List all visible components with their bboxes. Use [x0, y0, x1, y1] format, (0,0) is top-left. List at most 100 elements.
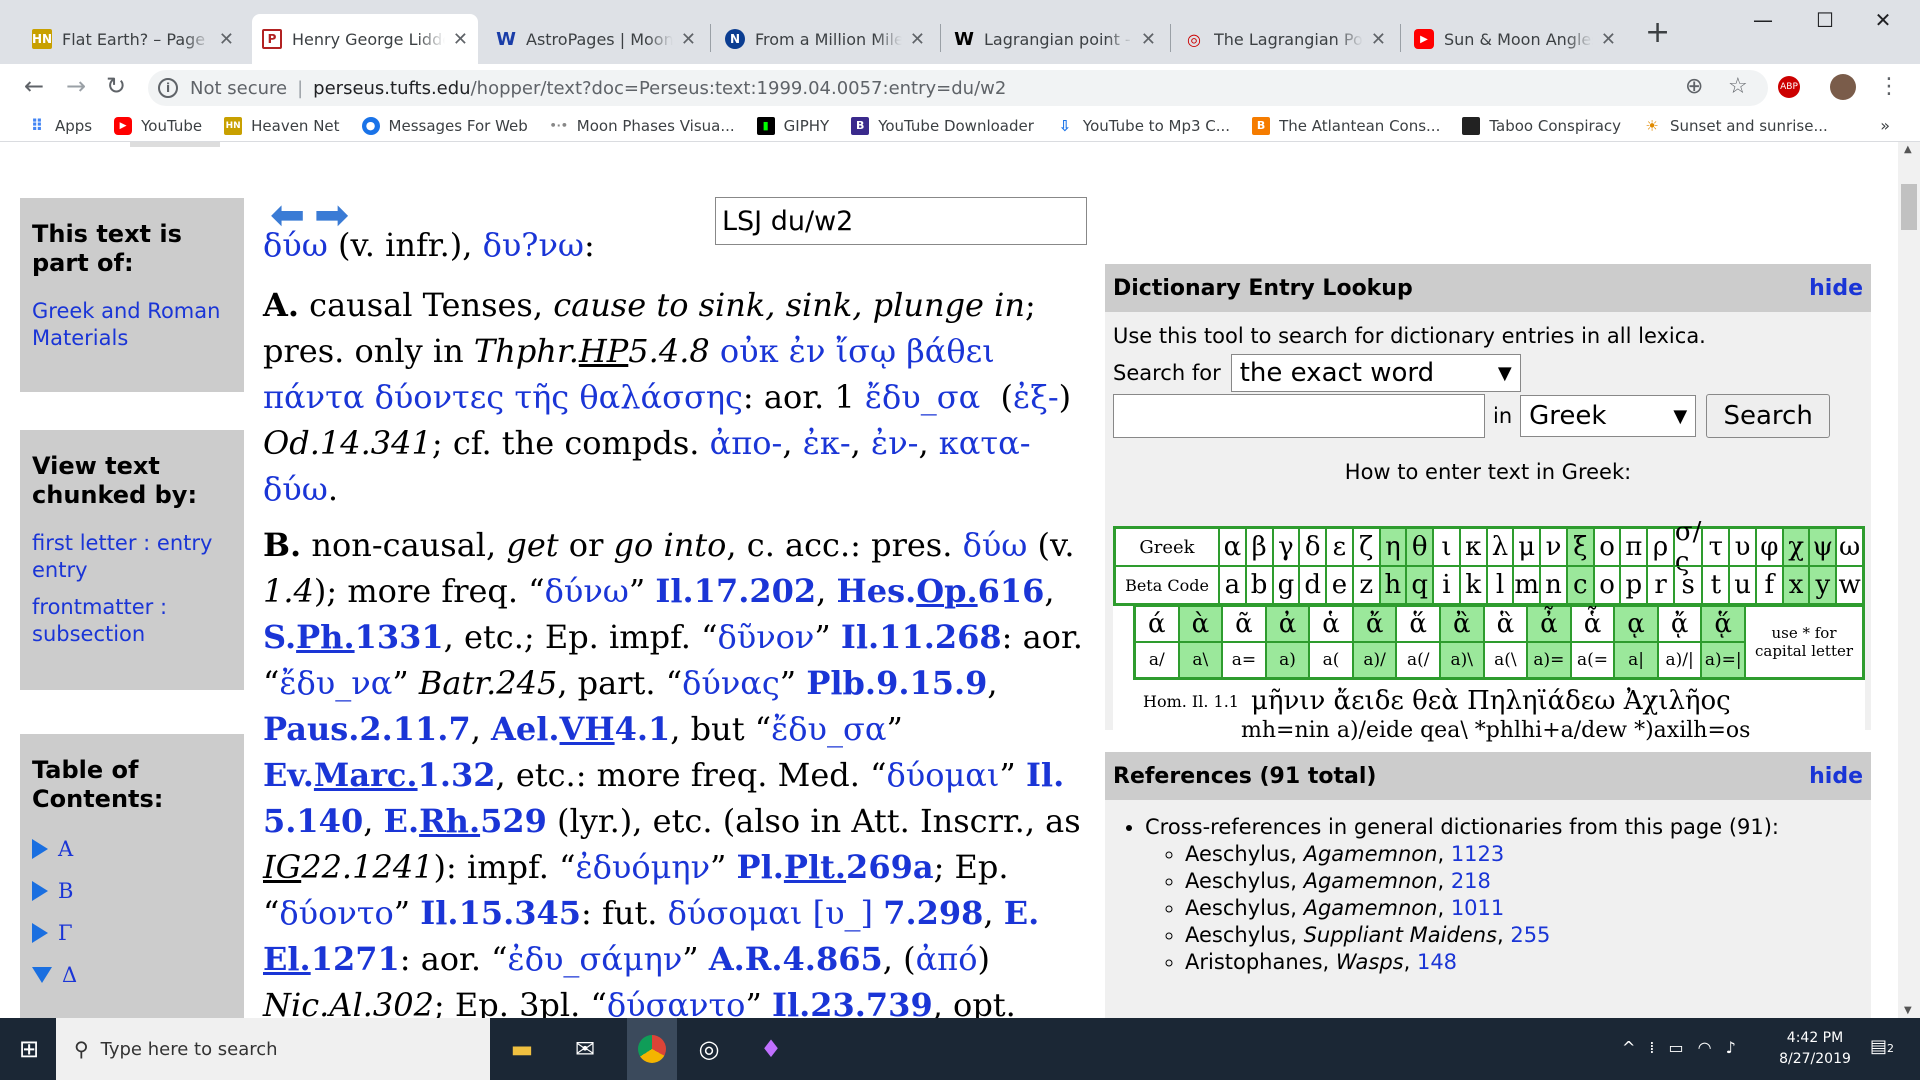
bookmark-label: Sunset and sunrise... — [1670, 116, 1828, 135]
forward-arrow-icon[interactable]: → — [66, 72, 86, 100]
toc-item-alpha[interactable]: Α — [32, 828, 232, 870]
close-icon[interactable]: ✕ — [910, 29, 925, 50]
page-scrollbar[interactable]: ▲ ▼ — [1898, 142, 1920, 1018]
scrollbar-thumb[interactable] — [1901, 184, 1917, 230]
close-icon[interactable]: ✕ — [1141, 29, 1156, 50]
reference-item: Aeschylus, Agamemnon, 218 — [1185, 868, 1871, 895]
bookmark-heaven-net[interactable]: HN Heaven Net — [224, 116, 340, 135]
accent-beta-cell: a)=| — [1701, 642, 1745, 678]
toc-item-delta[interactable]: Δ — [32, 954, 232, 996]
network-icon[interactable]: ⁞ — [1649, 1038, 1654, 1057]
maximize-button[interactable]: ☐ — [1800, 4, 1850, 36]
close-icon[interactable]: ✕ — [681, 29, 696, 50]
cortana-icon[interactable]: ◎ — [692, 1032, 726, 1066]
clock[interactable]: 4:42 PM 8/27/2019 — [1770, 1028, 1860, 1070]
greek-letter-cell: ε — [1326, 528, 1353, 566]
file-explorer-icon[interactable]: ▬ — [505, 1032, 539, 1066]
scroll-down-icon[interactable]: ▼ — [1904, 1005, 1912, 1016]
close-icon[interactable]: ✕ — [1371, 29, 1386, 50]
accent-beta-cell: a( — [1309, 642, 1353, 678]
reference-line-link[interactable]: 1011 — [1451, 896, 1504, 920]
bookmark-youtube-mp3[interactable]: ⇩ YouTube to Mp3 C... — [1056, 117, 1230, 135]
reload-icon[interactable]: ↻ — [106, 72, 126, 100]
info-icon[interactable]: i — [158, 78, 178, 98]
bookmark-giphy[interactable]: ▮ GIPHY — [756, 116, 829, 135]
toc-title: Table of Contents: — [32, 756, 164, 813]
bookmark-star-icon[interactable]: ☆ — [1728, 76, 1748, 98]
giphy-icon: ▮ — [756, 116, 775, 135]
headword-link[interactable]: δύω — [263, 226, 328, 264]
compass-icon: ◎ — [1187, 29, 1201, 49]
back-arrow-icon[interactable]: ← — [24, 72, 44, 100]
bookmark-youtube[interactable]: ▶ YouTube — [114, 116, 202, 135]
toc-item-gamma[interactable]: Γ — [32, 912, 232, 954]
collapse-triangle-icon[interactable] — [32, 967, 52, 983]
tab-flat-earth[interactable]: HN Flat Earth? – Page 170 ✕ — [22, 14, 244, 64]
search-button[interactable]: Search — [1706, 394, 1831, 438]
expand-triangle-icon[interactable] — [32, 881, 48, 901]
close-icon[interactable]: ✕ — [1601, 29, 1616, 50]
avatar[interactable] — [1830, 74, 1856, 100]
beta-letter-cell: a — [1219, 566, 1246, 604]
accent-greek-cell: ἀ — [1265, 606, 1310, 642]
bookmark-apps[interactable]: ⠿ Apps — [28, 116, 92, 135]
chunk-first-letter-link[interactable]: first letter : entry — [32, 530, 232, 557]
greek-letter-cell: φ — [1755, 528, 1783, 566]
maps-pin-icon[interactable]: ♦ — [754, 1032, 788, 1066]
beta-letter-cell: d — [1299, 566, 1327, 604]
search-mode-select[interactable]: the exact word ▼ — [1230, 354, 1521, 392]
menu-kebab-icon[interactable]: ⋮ — [1878, 76, 1900, 98]
tab-million-miles[interactable]: N From a Million Miles: T ✕ — [715, 14, 935, 64]
tab-lagrangian-wiki[interactable]: W Lagrangian point - Wik ✕ — [944, 14, 1166, 64]
mail-icon[interactable]: ✉ — [568, 1032, 602, 1066]
bookmark-youtube-downloader[interactable]: B YouTube Downloader — [851, 116, 1034, 135]
tray-chevron-icon[interactable]: ^ — [1622, 1038, 1635, 1057]
battery-icon[interactable]: ▭ — [1669, 1038, 1684, 1057]
new-tab-button[interactable]: + — [1645, 18, 1670, 48]
lookup-hide-link[interactable]: hide — [1809, 276, 1863, 301]
close-window-button[interactable]: ✕ — [1858, 4, 1908, 36]
expand-triangle-icon[interactable] — [32, 923, 48, 943]
notifications-icon[interactable]: ▤2 — [1870, 1036, 1894, 1057]
bookmark-label: Messages For Web — [388, 116, 528, 135]
reference-line-link[interactable]: 218 — [1451, 869, 1491, 893]
close-icon[interactable]: ✕ — [453, 29, 468, 50]
adblock-icon[interactable]: ABP — [1778, 76, 1800, 98]
blogger-icon: B — [1252, 116, 1271, 135]
tab-sun-moon[interactable]: ▶ Sun & Moon Angles 3 ✕ — [1404, 14, 1626, 64]
chunk-frontmatter-link[interactable]: frontmatter : subsection — [32, 594, 232, 648]
bookmark-atlantean[interactable]: B The Atlantean Cons... — [1252, 116, 1440, 135]
wifi-icon[interactable]: ◠ — [1698, 1038, 1712, 1057]
chunk-entry-link[interactable]: entry — [32, 557, 232, 584]
scroll-up-icon[interactable]: ▲ — [1904, 144, 1912, 155]
windows-start-icon[interactable]: ⊞ — [12, 1032, 46, 1066]
bookmark-moon-phases[interactable]: •·• Moon Phases Visua... — [550, 117, 735, 135]
language-select[interactable]: Greek ▼ — [1520, 395, 1697, 437]
bookmarks-overflow-icon[interactable]: » — [1880, 116, 1890, 135]
expand-triangle-icon[interactable] — [32, 839, 48, 859]
bookmark-taboo[interactable]: Taboo Conspiracy — [1462, 116, 1621, 135]
accent-greek-cell: ᾶ — [1222, 606, 1266, 642]
address-host: perseus.tufts.edu — [313, 77, 471, 99]
address-bar[interactable]: i Not secure | perseus.tufts.edu/hopper/… — [148, 70, 1768, 106]
reference-line-link[interactable]: 1123 — [1451, 842, 1504, 866]
tab-liddell[interactable]: P Henry George Liddell, ✕ — [252, 14, 478, 64]
lookup-search-input[interactable] — [1113, 394, 1485, 438]
minimize-button[interactable]: — — [1738, 4, 1788, 36]
chrome-taskbar-icon[interactable] — [627, 1018, 677, 1080]
bookmark-messages[interactable]: ● Messages For Web — [361, 116, 528, 135]
lookup-header: Dictionary Entry Lookup hide — [1105, 264, 1871, 312]
tab-astropages[interactable]: W AstroPages | Moon Ph ✕ — [486, 14, 706, 64]
reference-line-link[interactable]: 255 — [1510, 923, 1550, 947]
tab-lagrangian-point[interactable]: ◎ The Lagrangian Point ✕ — [1174, 14, 1396, 64]
volume-icon[interactable]: ♪ — [1726, 1038, 1736, 1057]
taskbar-search[interactable]: ⚲ Type here to search — [56, 1018, 490, 1080]
zoom-icon[interactable]: ⊕ — [1685, 76, 1703, 98]
reference-line-link[interactable]: 148 — [1417, 950, 1457, 974]
references-hide-link[interactable]: hide — [1809, 764, 1863, 789]
toc-item-beta[interactable]: Β — [32, 870, 232, 912]
greek-roman-link[interactable]: Greek and Roman Materials — [32, 298, 232, 352]
bookmark-sunset[interactable]: ☀ Sunset and sunrise... — [1643, 116, 1828, 135]
close-icon[interactable]: ✕ — [219, 29, 234, 50]
variant-link[interactable]: δυ?νω — [483, 226, 584, 264]
